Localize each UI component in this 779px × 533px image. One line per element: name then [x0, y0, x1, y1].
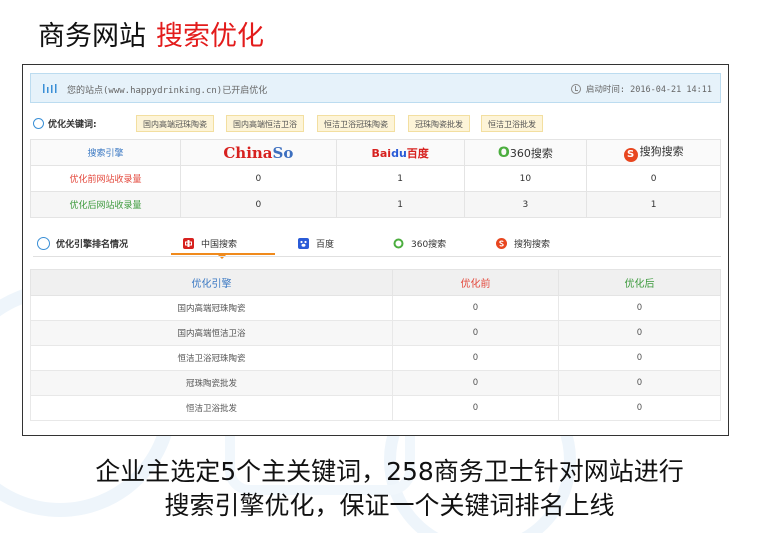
- tab-divider: [33, 256, 721, 257]
- tab-sogou[interactable]: 搜狗搜索: [496, 237, 550, 250]
- col-after: 优化后: [558, 269, 721, 296]
- index-cell: 10: [463, 165, 588, 192]
- slide-title-red: 搜索优化: [156, 21, 264, 52]
- col-before: 优化前: [392, 269, 559, 296]
- tab-label: 百度: [316, 240, 335, 250]
- keyword-tag[interactable]: 恒洁卫浴冠珠陶瓷: [317, 115, 395, 132]
- index-cell: 1: [335, 165, 465, 192]
- after-cell: 0: [558, 395, 721, 421]
- 360-ring-icon: O: [497, 144, 510, 161]
- after-cell: 0: [558, 320, 721, 346]
- before-cell: 0: [392, 295, 559, 321]
- chinaso-tab-icon: [183, 238, 194, 249]
- start-time: 启动时间: 2016-04-21 14:11: [570, 83, 712, 95]
- index-cell: 0: [180, 165, 337, 192]
- baidu-paw-icon: [298, 238, 309, 249]
- signal-bars-icon: [43, 84, 57, 93]
- sogou-logo-text: 搜狗搜索: [639, 145, 684, 158]
- table-row: 恒洁卫浴冠珠陶瓷 0 0: [30, 345, 721, 371]
- keywords-row: 优化关键词: 国内高端冠珠陶瓷 国内高端恒洁卫浴 恒洁卫浴冠珠陶瓷 冠珠陶瓷批发…: [33, 115, 723, 133]
- engine-index-table: 搜索引擎 ChinaSo Baidu百度 O360搜索 S 搜狗搜索 优化前网站收…: [30, 139, 721, 218]
- ranking-header: 优化引擎排名情况 中国搜索 百度 360搜索 搜狗搜索: [33, 235, 721, 259]
- baidu-logo-text: Bai: [371, 146, 392, 160]
- ranking-title: 优化引擎排名情况: [37, 237, 128, 250]
- keyword-tag[interactable]: 冠珠陶瓷批发: [408, 115, 470, 132]
- keyword-cell: 国内高端冠珠陶瓷: [30, 295, 393, 321]
- table-row: 国内高端冠珠陶瓷 0 0: [30, 295, 721, 321]
- sogou-s-icon: S: [623, 148, 638, 162]
- engine-header-row: 搜索引擎 ChinaSo Baidu百度 O360搜索 S 搜狗搜索: [30, 139, 721, 166]
- ranking-table: 优化引擎 优化前 优化后 国内高端冠珠陶瓷 0 0 国内高端恒洁卫浴 0 0 恒…: [30, 269, 721, 421]
- tab-label: 中国搜索: [201, 240, 238, 250]
- 360-logo: O360搜索: [463, 139, 588, 166]
- optimization-status-bar: 您的站点(www.happydrinking.cn)已开启优化 启动时间: 20…: [30, 73, 721, 103]
- chinaso-logo: ChinaSo: [180, 139, 337, 166]
- table-row: 国内高端恒洁卫浴 0 0: [30, 320, 721, 346]
- 360-ring-icon: [393, 238, 404, 249]
- chinaso-logo-text: China: [223, 143, 273, 162]
- after-index-row: 优化后网站收录量 0 1 3 1: [30, 191, 721, 218]
- clock-icon: [570, 84, 581, 94]
- index-cell: 1: [586, 191, 721, 218]
- tab-label: 搜狗搜索: [514, 240, 551, 250]
- index-cell: 0: [180, 191, 337, 218]
- compass-icon: [37, 237, 50, 250]
- index-cell: 3: [463, 191, 588, 218]
- optimization-panel: 您的站点(www.happydrinking.cn)已开启优化 启动时间: 20…: [22, 64, 729, 436]
- tab-chinaso[interactable]: 中国搜索: [183, 237, 237, 250]
- baidu-logo-cn: 百度: [406, 146, 429, 160]
- site-status-text: 您的站点(www.happydrinking.cn)已开启优化: [67, 86, 268, 96]
- keyword-cell: 恒洁卫浴冠珠陶瓷: [30, 345, 393, 371]
- slide-title: 商务网站 搜索优化: [38, 14, 264, 54]
- sogou-s-icon: [496, 238, 507, 249]
- keyword-cell: 冠珠陶瓷批发: [30, 370, 393, 396]
- ranking-title-text: 优化引擎排名情况: [56, 240, 129, 250]
- before-cell: 0: [392, 345, 559, 371]
- after-cell: 0: [558, 295, 721, 321]
- baidu-logo: Baidu百度: [335, 139, 465, 166]
- keyword-tag[interactable]: 国内高端恒洁卫浴: [226, 115, 304, 132]
- tab-label: 360搜索: [411, 240, 447, 250]
- keyword-cell: 恒洁卫浴批发: [30, 395, 393, 421]
- before-index-row: 优化前网站收录量 0 1 10 0: [30, 165, 721, 192]
- sogou-logo: S 搜狗搜索: [586, 139, 721, 166]
- table-row: 恒洁卫浴批发 0 0: [30, 395, 721, 421]
- keywords-label: 优化关键词:: [33, 117, 97, 130]
- keyword-cell: 国内高端恒洁卫浴: [30, 320, 393, 346]
- caption-line-2: 搜索引擎优化，保证一个关键词排名上线: [164, 491, 615, 520]
- engine-corner-label: 搜索引擎: [30, 139, 181, 166]
- slide-title-black: 商务网站: [38, 21, 146, 52]
- tab-360[interactable]: 360搜索: [393, 237, 446, 250]
- tab-baidu[interactable]: 百度: [298, 237, 334, 250]
- table-row: 冠珠陶瓷批发 0 0: [30, 370, 721, 396]
- caption-line-1: 企业主选定5个主关键词，258商务卫士针对网站进行: [95, 457, 684, 486]
- ranking-header-row: 优化引擎 优化前 优化后: [30, 269, 721, 296]
- index-cell: 1: [335, 191, 465, 218]
- after-cell: 0: [558, 370, 721, 396]
- col-engine: 优化引擎: [30, 269, 393, 296]
- start-time-text: 启动时间: 2016-04-21 14:11: [585, 85, 712, 95]
- before-index-label: 优化前网站收录量: [30, 165, 181, 192]
- chinaso-logo-so: So: [272, 143, 294, 162]
- 360-logo-text: 360搜索: [509, 146, 553, 160]
- after-index-label: 优化后网站收录量: [30, 191, 181, 218]
- baidu-paw-icon: du: [391, 146, 407, 160]
- index-cell: 0: [586, 165, 721, 192]
- before-cell: 0: [392, 320, 559, 346]
- target-icon: [33, 118, 44, 129]
- before-cell: 0: [392, 370, 559, 396]
- keyword-tag[interactable]: 国内高端冠珠陶瓷: [136, 115, 214, 132]
- keywords-label-text: 优化关键词:: [48, 120, 97, 130]
- after-cell: 0: [558, 345, 721, 371]
- before-cell: 0: [392, 395, 559, 421]
- keyword-tag[interactable]: 恒洁卫浴批发: [481, 115, 543, 132]
